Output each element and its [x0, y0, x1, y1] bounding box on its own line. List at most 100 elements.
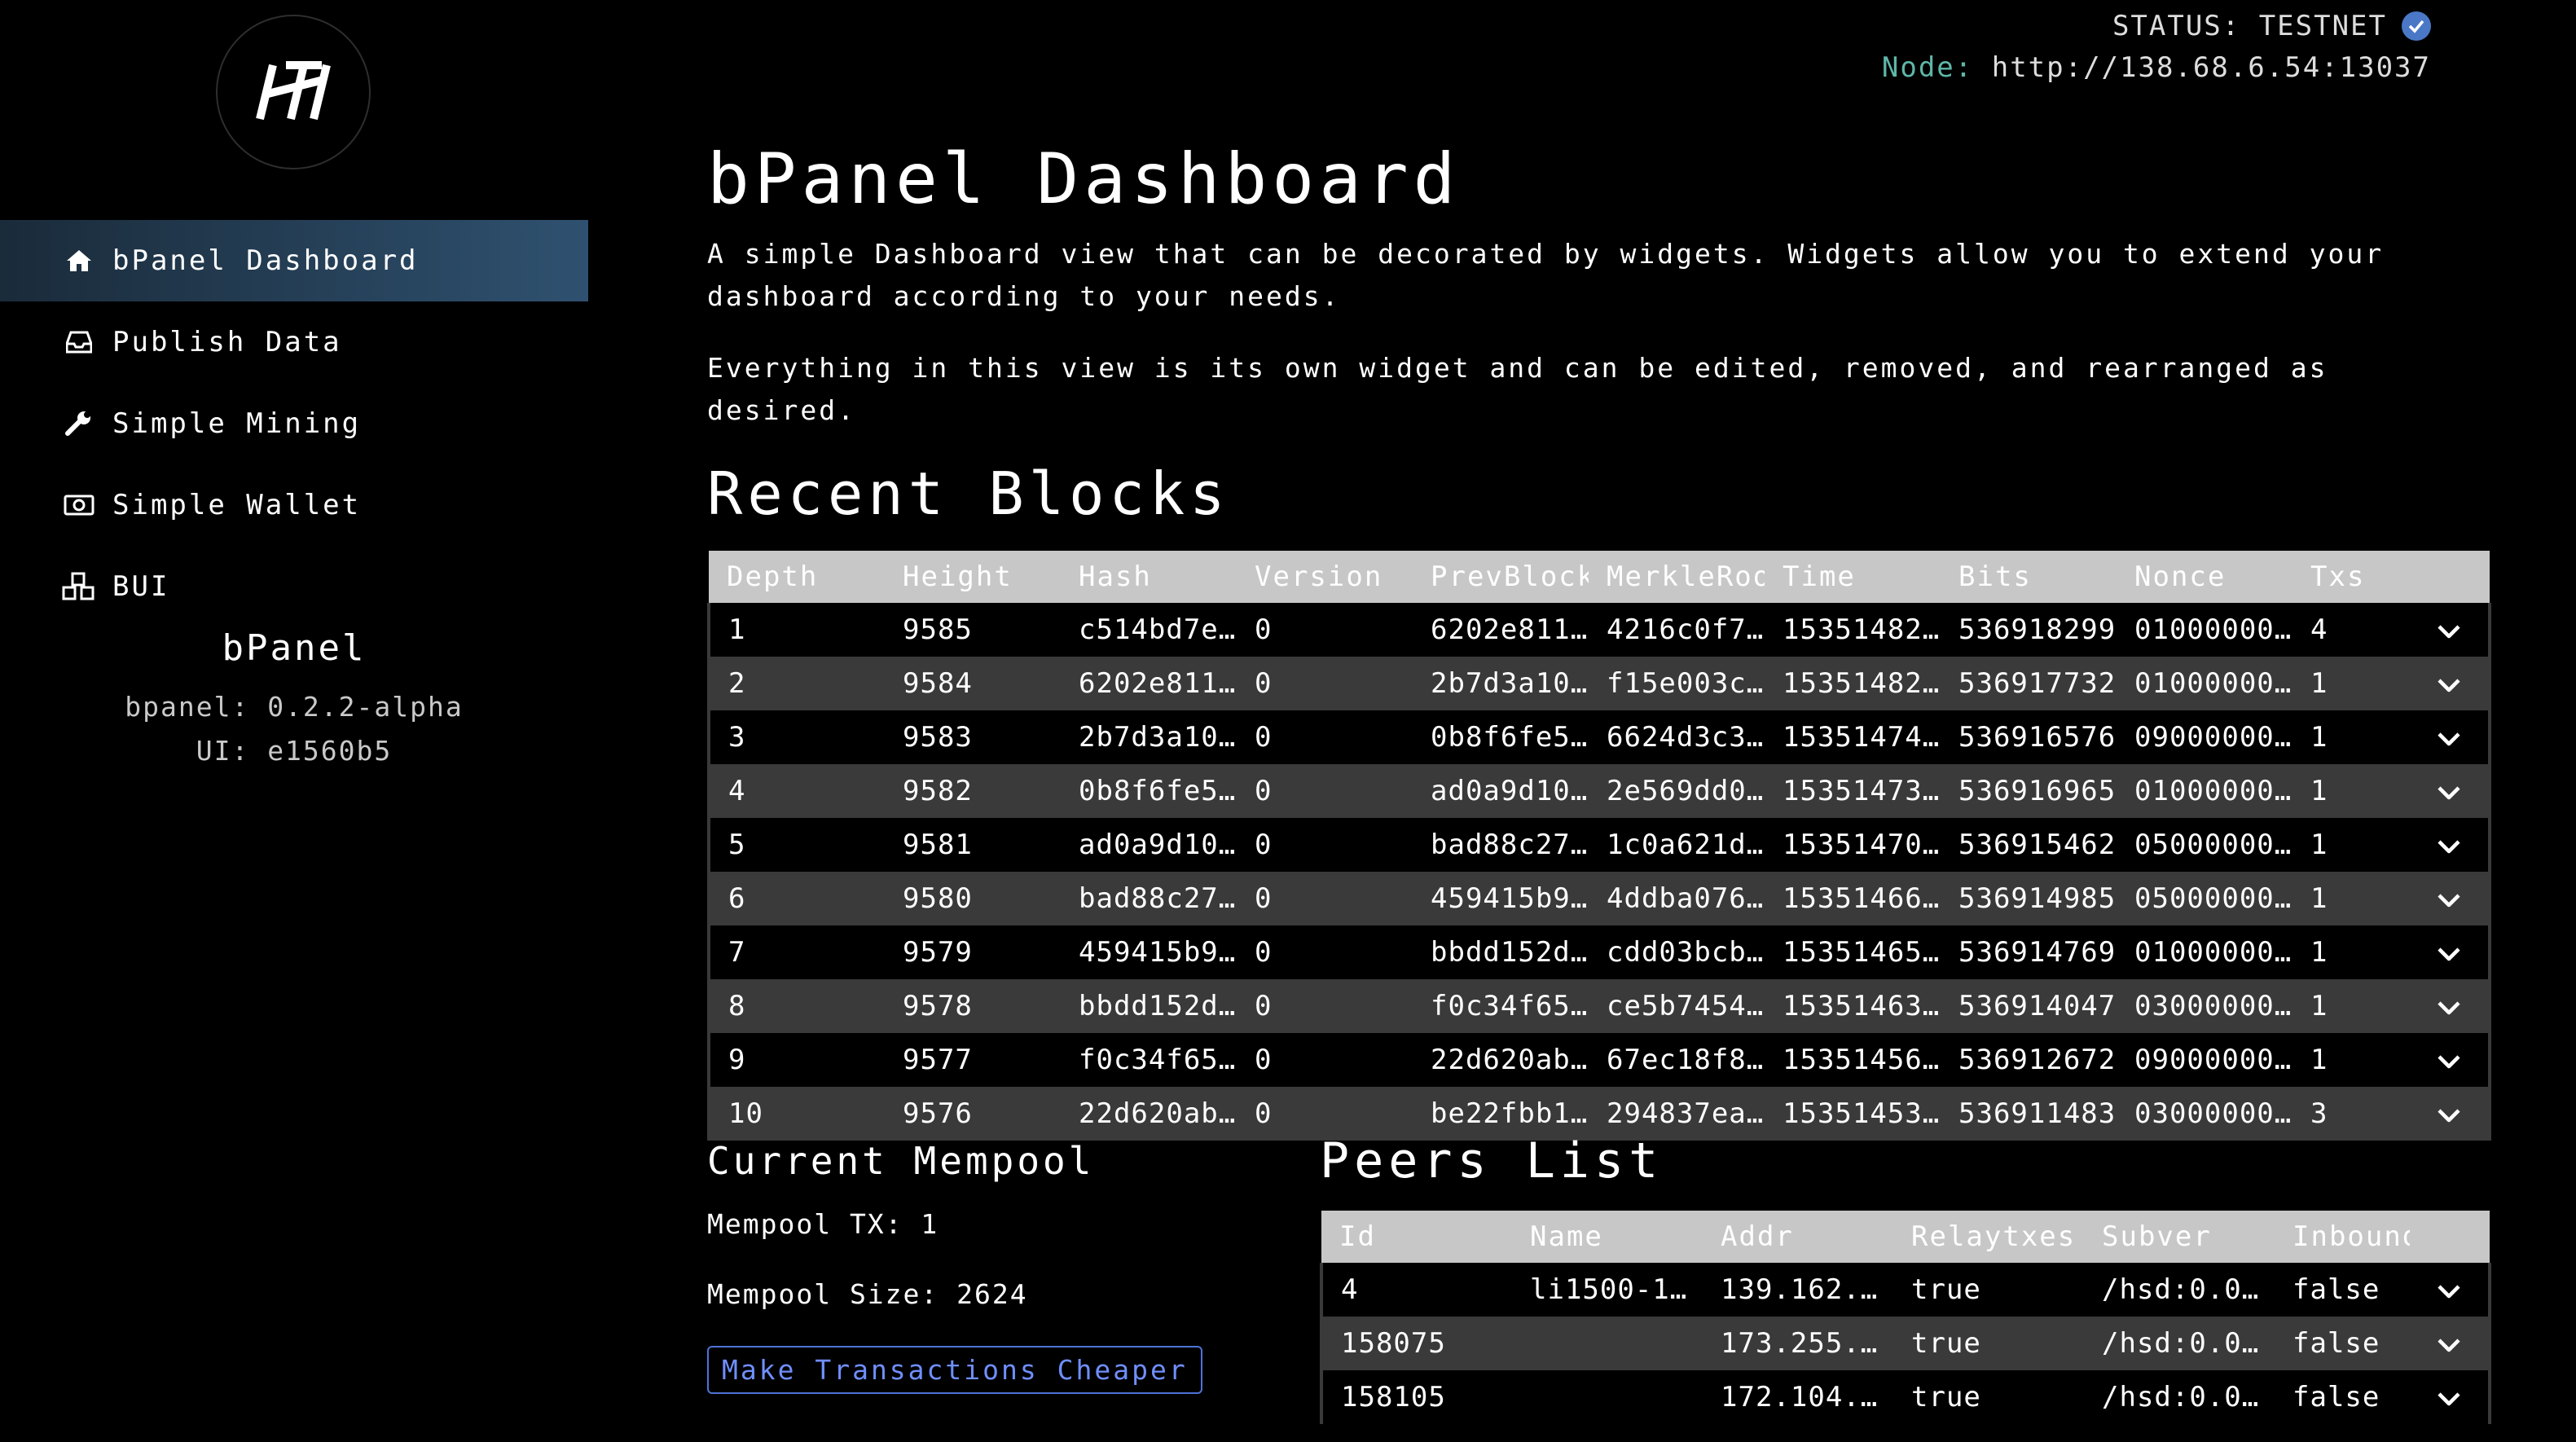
table-cell: 1: [2310, 882, 2328, 915]
column-header[interactable]: Nonce: [2117, 551, 2292, 603]
table-cell: 15351482…: [1783, 667, 1941, 700]
sidebar-item-simple-mining[interactable]: Simple Mining: [0, 383, 588, 464]
check-circle-icon: [2402, 11, 2431, 41]
sidebar-item-label: Simple Mining: [112, 407, 362, 440]
app-name: bPanel: [222, 627, 367, 669]
table-cell: c514bd7e…: [1079, 613, 1237, 646]
table-row[interactable]: 2 9584 6202e811… 0 2b7d3a10… f15e003c… 1535148…: [709, 657, 2490, 710]
column-header[interactable]: MerkleRoot: [1589, 551, 1765, 603]
table-cell: 0: [1255, 721, 1273, 754]
recent-blocks-title: Recent Blocks: [707, 459, 1230, 528]
column-header[interactable]: Inbound: [2275, 1211, 2410, 1263]
table-row[interactable]: 7 9579 459415b9… 0 bbdd152d… cdd03bcb… 1535146…: [709, 925, 2490, 979]
table-cell: 9582: [903, 775, 973, 807]
table-header-row: Id Name Addr Relaytxes Subver Inbound: [1321, 1211, 2490, 1263]
table-cell: /hsd:0.0.…: [2102, 1381, 2275, 1413]
table-cell: 536912672: [1958, 1044, 2117, 1076]
sidebar-item-label: BUI: [112, 570, 170, 603]
table-row[interactable]: 1 9585 c514bd7e… 0 6202e811… 4216c0f7… 1535148…: [709, 603, 2490, 657]
table-row[interactable]: 9 9577 f0c34f65… 0 22d620ab… 67ec18f8… 1535145…: [709, 1033, 2490, 1087]
intro-text-2: Everything in this view is its own widge…: [707, 352, 2328, 426]
column-header[interactable]: Subver: [2084, 1211, 2275, 1263]
mempool-tx: Mempool TX: 1: [707, 1208, 939, 1240]
table-row[interactable]: 4 9582 0b8f6fe5… 0 ad0a9d10… 2e569dd0… 1535147…: [709, 764, 2490, 818]
table-row[interactable]: 8 9578 bbdd152d… 0 f0c34f65… ce5b7454… 1535146…: [709, 979, 2490, 1033]
table-cell: 67ec18f8…: [1607, 1044, 1765, 1076]
version-info: bPanel bpanel: 0.2.2-alpha UI: e1560b5: [0, 627, 588, 773]
column-header[interactable]: Bits: [1941, 551, 2117, 603]
table-cell: 9581: [903, 829, 973, 861]
table-cell: 05000000…: [2134, 829, 2292, 861]
table-cell: 1: [728, 613, 746, 646]
peers-body: 4 li1500-16… 139.162.1… true/hsd:0.0.… false…: [1321, 1263, 2490, 1424]
chevron-down-icon: [2437, 882, 2461, 915]
table-row[interactable]: 158105 172.104.2… true/hsd:0.0.… false: [1321, 1370, 2490, 1424]
expand-row-button[interactable]: [2410, 1263, 2490, 1317]
expand-row-button[interactable]: [2410, 657, 2490, 710]
column-header[interactable]: PrevBlock: [1413, 551, 1589, 603]
column-header-expand: [2410, 551, 2490, 603]
sidebar-item-publish-data[interactable]: Publish Data: [0, 301, 588, 383]
expand-row-button[interactable]: [2410, 979, 2490, 1033]
column-header[interactable]: Name: [1512, 1211, 1703, 1263]
table-cell: 05000000…: [2134, 882, 2292, 915]
expand-row-button[interactable]: [2410, 818, 2490, 872]
column-header[interactable]: Depth: [709, 551, 885, 603]
table-cell: 0: [1255, 613, 1273, 646]
column-header[interactable]: Addr: [1703, 1211, 1893, 1263]
table-cell: 7: [728, 936, 746, 969]
bpanel-logo[interactable]: [216, 15, 371, 169]
column-header[interactable]: Id: [1321, 1211, 1512, 1263]
inbox-icon: [60, 326, 98, 358]
expand-row-button[interactable]: [2410, 603, 2490, 657]
table-row[interactable]: 6 9580 bad88c27… 0 459415b9… 4ddba076… 1535146…: [709, 872, 2490, 925]
table-cell: 01000000…: [2134, 775, 2292, 807]
expand-row-button[interactable]: [2410, 925, 2490, 979]
table-cell: 4: [1341, 1273, 1359, 1306]
table-cell: 2: [728, 667, 746, 700]
table-row[interactable]: 5 9581 ad0a9d10… 0 bad88c27… 1c0a621d… 1535147…: [709, 818, 2490, 872]
table-cell: 5: [728, 829, 746, 861]
expand-row-button[interactable]: [2410, 764, 2490, 818]
table-cell: 0: [1255, 829, 1273, 861]
table-row[interactable]: 4 li1500-16… 139.162.1… true/hsd:0.0.… false: [1321, 1263, 2490, 1317]
table-cell: false: [2292, 1273, 2380, 1306]
mempool-size: Mempool Size: 2624: [707, 1278, 1028, 1310]
table-cell: 172.104.2…: [1721, 1381, 1893, 1413]
status-label: STATUS: TESTNET: [2112, 10, 2387, 42]
table-cell: 0: [1255, 667, 1273, 700]
table-cell: 6624d3c3…: [1607, 721, 1765, 754]
expand-row-button[interactable]: [2410, 710, 2490, 764]
column-header[interactable]: Height: [885, 551, 1061, 603]
chevron-down-icon: [2437, 667, 2461, 700]
table-cell: 0: [1255, 936, 1273, 969]
table-cell: 9580: [903, 882, 973, 915]
table-cell: 4ddba076…: [1607, 882, 1765, 915]
table-cell: 4216c0f7…: [1607, 613, 1765, 646]
column-header[interactable]: Hash: [1061, 551, 1237, 603]
table-row[interactable]: 3 9583 2b7d3a10… 0 0b8f6fe5… 6624d3c3… 1535147…: [709, 710, 2490, 764]
sidebar-item-bui[interactable]: BUI: [0, 546, 588, 627]
table-cell: 9: [728, 1044, 746, 1076]
make-transactions-cheaper-button[interactable]: Make Transactions Cheaper: [707, 1346, 1202, 1394]
table-cell: 9579: [903, 936, 973, 969]
sidebar-item-simple-wallet[interactable]: Simple Wallet: [0, 464, 588, 546]
expand-row-button[interactable]: [2410, 1033, 2490, 1087]
table-cell: 459415b9…: [1079, 936, 1237, 969]
table-cell: 1: [2310, 721, 2328, 754]
table-cell: ad0a9d10…: [1431, 775, 1589, 807]
column-header[interactable]: Version: [1237, 551, 1413, 603]
table-row[interactable]: 158075 173.255.2… true/hsd:0.0.… false: [1321, 1317, 2490, 1370]
expand-row-button[interactable]: [2410, 1317, 2490, 1370]
expand-row-button[interactable]: [2410, 872, 2490, 925]
column-header[interactable]: Txs: [2292, 551, 2410, 603]
sidebar-item-dashboard[interactable]: bPanel Dashboard: [0, 220, 588, 301]
expand-row-button[interactable]: [2410, 1370, 2490, 1424]
table-cell: 536916576: [1958, 721, 2117, 754]
table-cell: 15351474…: [1783, 721, 1941, 754]
table-cell: li1500-16…: [1530, 1273, 1703, 1306]
peers-widget: Peers List Id Name Addr Relaytxes Subver…: [1320, 1132, 2490, 1424]
column-header[interactable]: Relaytxes: [1893, 1211, 2084, 1263]
table-cell: 1: [2310, 990, 2328, 1022]
column-header[interactable]: Time: [1765, 551, 1941, 603]
